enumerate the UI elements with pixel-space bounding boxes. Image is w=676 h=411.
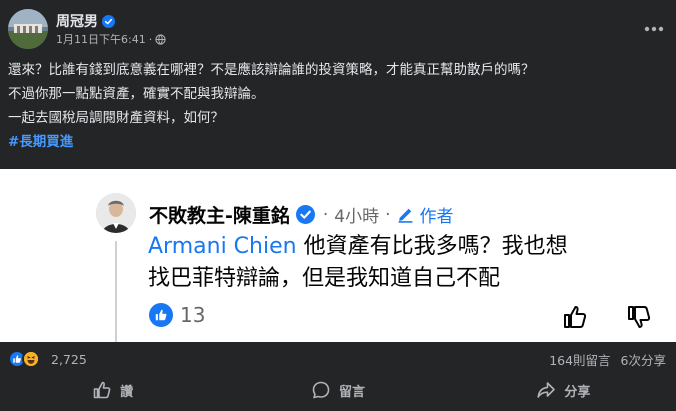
- commenter-avatar: [96, 193, 136, 233]
- verified-icon: [295, 205, 315, 224]
- post-text-line: 不過你那一點點資產，確實不配與我辯論。: [8, 86, 265, 102]
- post-text-line: 一起去國稅局調閱財產資料，如何？: [8, 110, 224, 126]
- thread-line: [115, 241, 117, 342]
- post-text-line: 還來？比誰有錢到底意義在哪裡？不是應該辯論誰的投資策略，才能真正幫助散戶的嗎？: [8, 62, 535, 78]
- share-label: 分享: [564, 384, 591, 400]
- reaction-count[interactable]: 2,725: [51, 352, 87, 367]
- comment-time: 4小時: [334, 207, 380, 227]
- comment-count-link[interactable]: 164則留言: [549, 350, 610, 369]
- comment-text-line1: 他資產有比我多嗎？我也想: [296, 234, 568, 259]
- thumbs-up-icon: [564, 306, 587, 328]
- comment-icon: [312, 381, 330, 399]
- comment-separator: ·: [322, 204, 329, 225]
- commenter-name: 不敗教主-陳重銘: [149, 205, 290, 227]
- more-options-button[interactable]: [640, 15, 668, 43]
- reactions-bar: 2,725 164則留言 6次分享: [8, 346, 668, 370]
- reaction-icons[interactable]: [8, 350, 40, 368]
- meta-separator: ·: [148, 32, 153, 46]
- haha-reaction-icon: [22, 350, 40, 368]
- verified-icon: [102, 14, 115, 28]
- globe-icon: [155, 33, 166, 45]
- comment-like-count: 13: [180, 303, 206, 327]
- comment-label: 留言: [338, 384, 365, 400]
- post-header: 周冠男 1月11日下午6:41 ·: [8, 9, 668, 49]
- thumbs-down-icon: [628, 306, 651, 328]
- comment-text-line2: 找巴菲特辯論，但是我知道自己不配: [148, 266, 501, 291]
- post-timestamp[interactable]: 1月11日下午6:41: [56, 31, 146, 47]
- comment-separator: ·: [385, 204, 391, 225]
- like-label: 讚: [120, 384, 134, 400]
- share-count-link[interactable]: 6次分享: [621, 350, 666, 369]
- share-icon: [537, 382, 556, 398]
- like-button[interactable]: 讚: [0, 373, 225, 407]
- share-button[interactable]: 分享: [451, 373, 676, 407]
- pen-icon: [398, 208, 412, 223]
- comment-reactions: 13: [149, 303, 205, 327]
- hashtag-link[interactable]: #長期買進: [8, 134, 73, 150]
- like-icon: [93, 381, 111, 399]
- comment-mention: Armani Chien: [148, 234, 297, 259]
- author-badge: 作者: [419, 207, 454, 227]
- more-icon: [644, 26, 664, 32]
- post-body: 還來？比誰有錢到底意義在哪裡？不是應該辯論誰的投資策略，才能真正幫助散戶的嗎？ …: [8, 58, 668, 154]
- like-icon: [149, 303, 173, 327]
- comment-button[interactable]: 留言: [225, 373, 450, 407]
- author-name[interactable]: 周冠男: [56, 11, 98, 31]
- post-image-comment-screenshot[interactable]: 不敗教主-陳重銘 · 4小時 · 作者 Armani Chien 他資產有比我多…: [0, 169, 676, 342]
- comment-text: Armani Chien 他資產有比我多嗎？我也想 找巴菲特辯論，但是我知道自己…: [148, 231, 648, 295]
- author-avatar[interactable]: [8, 9, 48, 49]
- action-bar: 讚 留言 分享: [0, 373, 676, 407]
